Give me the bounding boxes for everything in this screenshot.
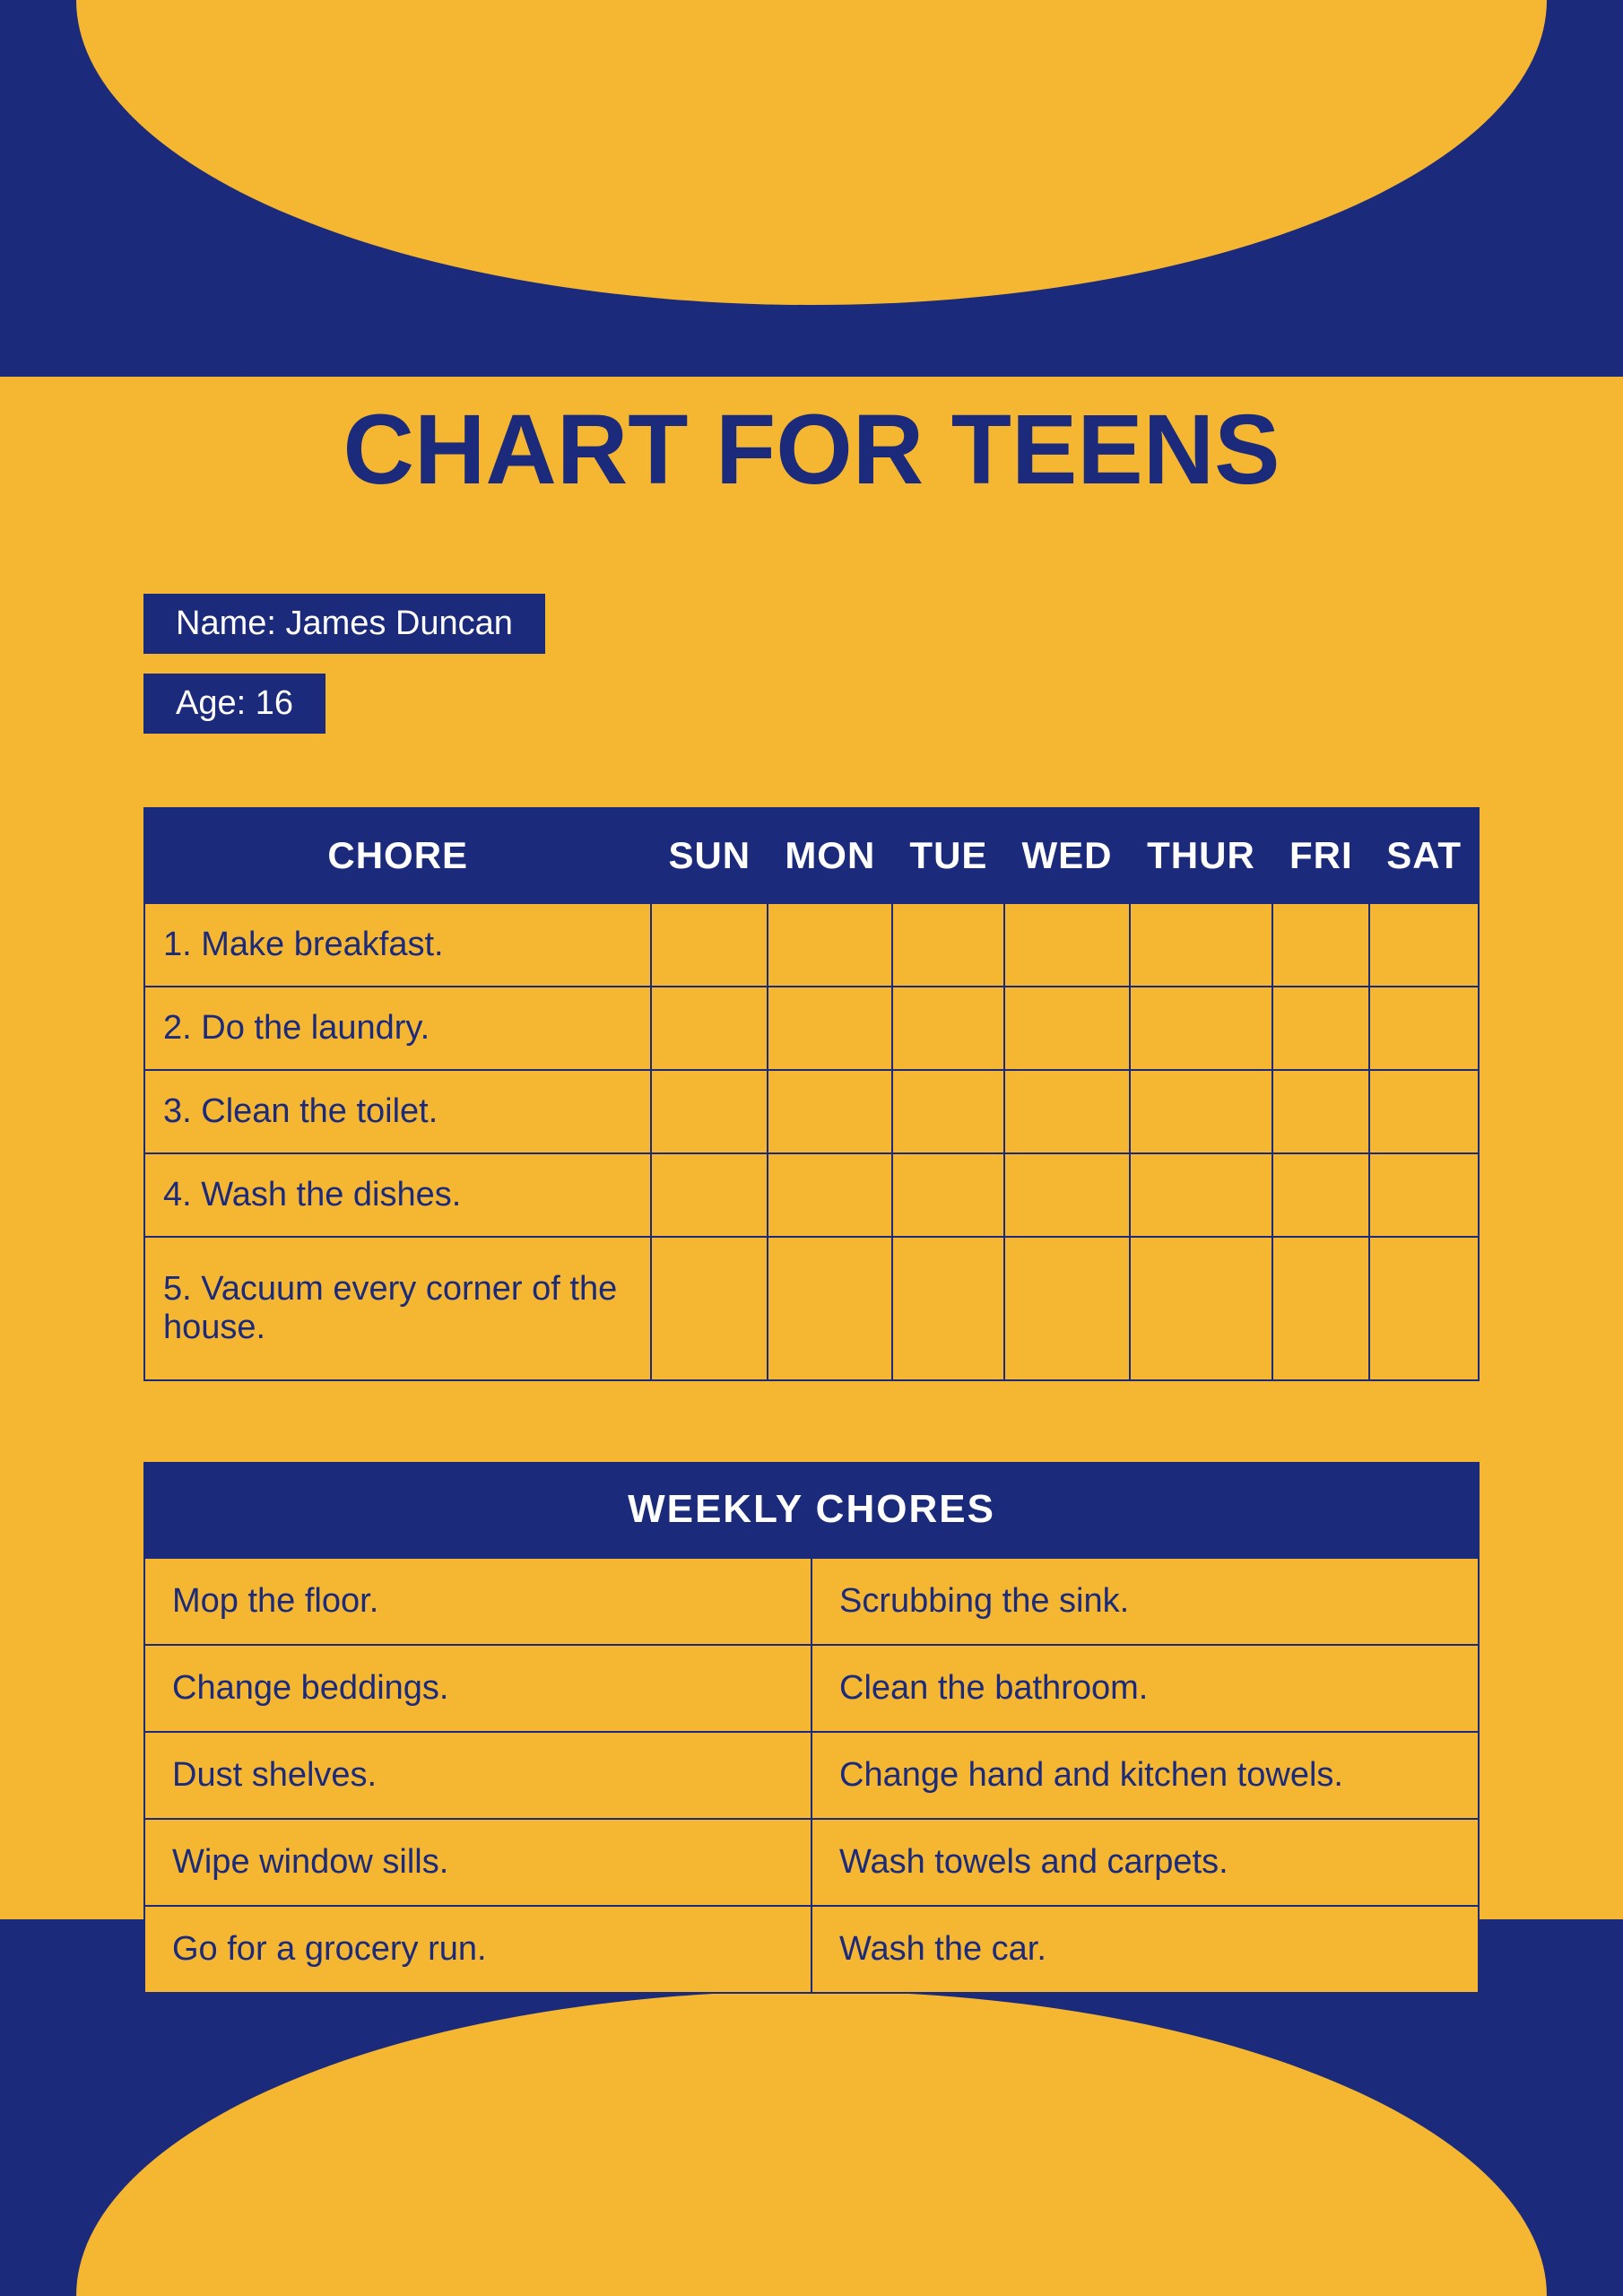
info-section: Name: James Duncan Age: 16 bbox=[143, 594, 1480, 753]
day-cell bbox=[1130, 903, 1273, 987]
weekly-chore-right: Wash towels and carpets. bbox=[812, 1819, 1479, 1906]
day-cell bbox=[651, 987, 768, 1070]
table-row: 5. Vacuum every corner of the house. bbox=[144, 1237, 1479, 1380]
wed-col-header: WED bbox=[1004, 808, 1129, 903]
weekly-table-row: Wipe window sills.Wash towels and carpet… bbox=[144, 1819, 1479, 1906]
day-cell bbox=[768, 1153, 892, 1237]
day-cell bbox=[1130, 1237, 1273, 1380]
day-cell bbox=[1004, 903, 1129, 987]
mon-col-header: MON bbox=[768, 808, 892, 903]
day-cell bbox=[1130, 1070, 1273, 1153]
weekly-chore-right: Scrubbing the sink. bbox=[812, 1558, 1479, 1645]
chore-col-header: CHORE bbox=[144, 808, 651, 903]
day-cell bbox=[1272, 1153, 1369, 1237]
chore-cell: 5. Vacuum every corner of the house. bbox=[144, 1237, 651, 1380]
weekly-table-body: Mop the floor.Scrubbing the sink.Change … bbox=[144, 1558, 1479, 1993]
day-cell bbox=[1004, 1153, 1129, 1237]
chore-cell: 3. Clean the toilet. bbox=[144, 1070, 651, 1153]
weekly-table-row: Go for a grocery run.Wash the car. bbox=[144, 1906, 1479, 1993]
sat-col-header: SAT bbox=[1369, 808, 1479, 903]
day-cell bbox=[1369, 903, 1479, 987]
day-cell bbox=[892, 903, 1004, 987]
day-cell bbox=[768, 987, 892, 1070]
day-cell bbox=[1004, 1070, 1129, 1153]
weekly-chore-left: Mop the floor. bbox=[144, 1558, 812, 1645]
day-cell bbox=[1369, 987, 1479, 1070]
chore-cell: 2. Do the laundry. bbox=[144, 987, 651, 1070]
day-cell bbox=[768, 903, 892, 987]
day-cell bbox=[1272, 903, 1369, 987]
day-cell bbox=[892, 1237, 1004, 1380]
daily-table-body: 1. Make breakfast.2. Do the laundry.3. C… bbox=[144, 903, 1479, 1380]
table-row: 3. Clean the toilet. bbox=[144, 1070, 1479, 1153]
fri-col-header: FRI bbox=[1272, 808, 1369, 903]
day-cell bbox=[1130, 987, 1273, 1070]
table-row: 1. Make breakfast. bbox=[144, 903, 1479, 987]
day-cell bbox=[1369, 1070, 1479, 1153]
chore-cell: 1. Make breakfast. bbox=[144, 903, 651, 987]
weekly-chore-left: Dust shelves. bbox=[144, 1732, 812, 1819]
day-cell bbox=[892, 1070, 1004, 1153]
day-cell bbox=[1272, 1237, 1369, 1380]
day-cell bbox=[892, 1153, 1004, 1237]
table-header-row: CHORE SUN MON TUE WED THUR FRI SAT bbox=[144, 808, 1479, 903]
weekly-chore-left: Wipe window sills. bbox=[144, 1819, 812, 1906]
daily-chore-table: CHORE SUN MON TUE WED THUR FRI SAT 1. Ma… bbox=[143, 807, 1480, 1381]
day-cell bbox=[1272, 1070, 1369, 1153]
title-line1: DAILY & WEEKLY CHORE bbox=[209, 286, 1415, 396]
day-cell bbox=[768, 1070, 892, 1153]
weekly-chore-table: Mop the floor.Scrubbing the sink.Change … bbox=[143, 1557, 1480, 1994]
sun-col-header: SUN bbox=[651, 808, 768, 903]
table-row: 4. Wash the dishes. bbox=[144, 1153, 1479, 1237]
name-badge: Name: James Duncan bbox=[143, 594, 545, 654]
day-cell bbox=[1004, 987, 1129, 1070]
table-row: 2. Do the laundry. bbox=[144, 987, 1479, 1070]
weekly-header: WEEKLY CHORES bbox=[143, 1462, 1480, 1557]
weekly-chore-left: Go for a grocery run. bbox=[144, 1906, 812, 1993]
weekly-chore-right: Clean the bathroom. bbox=[812, 1645, 1479, 1732]
day-cell bbox=[651, 903, 768, 987]
weekly-section: WEEKLY CHORES Mop the floor.Scrubbing th… bbox=[143, 1462, 1480, 1994]
tue-col-header: TUE bbox=[892, 808, 1004, 903]
age-badge: Age: 16 bbox=[143, 674, 325, 734]
day-cell bbox=[1369, 1237, 1479, 1380]
day-cell bbox=[1004, 1237, 1129, 1380]
day-cell bbox=[1369, 1153, 1479, 1237]
weekly-table-row: Mop the floor.Scrubbing the sink. bbox=[144, 1558, 1479, 1645]
day-cell bbox=[768, 1237, 892, 1380]
day-cell bbox=[651, 1237, 768, 1380]
day-cell bbox=[651, 1070, 768, 1153]
day-cell bbox=[892, 987, 1004, 1070]
day-cell bbox=[651, 1153, 768, 1237]
content-wrapper: DAILY & WEEKLY CHORE CHART FOR TEENS Nam… bbox=[0, 0, 1623, 2048]
weekly-table-row: Change beddings.Clean the bathroom. bbox=[144, 1645, 1479, 1732]
weekly-chore-right: Change hand and kitchen towels. bbox=[812, 1732, 1479, 1819]
weekly-chore-right: Wash the car. bbox=[812, 1906, 1479, 1993]
chore-cell: 4. Wash the dishes. bbox=[144, 1153, 651, 1237]
day-cell bbox=[1272, 987, 1369, 1070]
page-title: DAILY & WEEKLY CHORE CHART FOR TEENS bbox=[143, 287, 1480, 504]
title-line2: CHART FOR TEENS bbox=[343, 395, 1280, 505]
day-cell bbox=[1130, 1153, 1273, 1237]
weekly-chore-left: Change beddings. bbox=[144, 1645, 812, 1732]
thur-col-header: THUR bbox=[1130, 808, 1273, 903]
weekly-table-row: Dust shelves.Change hand and kitchen tow… bbox=[144, 1732, 1479, 1819]
